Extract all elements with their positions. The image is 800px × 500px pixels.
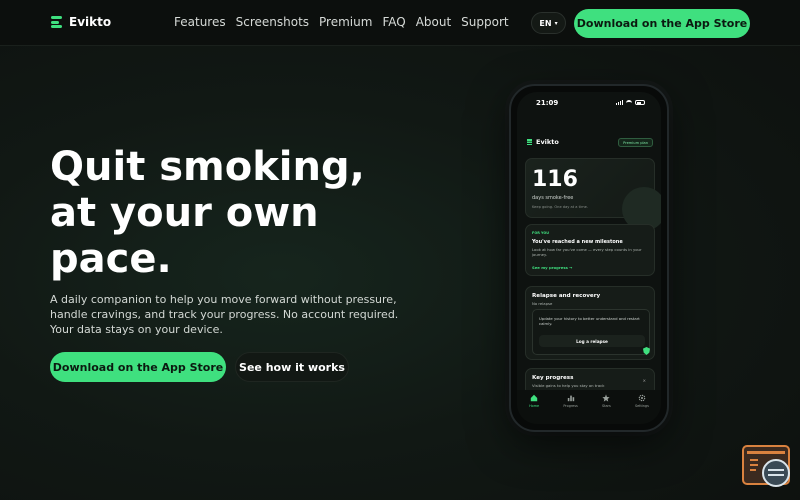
see-progress-link[interactable]: See my progress → (532, 265, 572, 270)
status-bar: 21:09 (517, 92, 661, 114)
relapse-title: Relapse and recovery (532, 293, 601, 299)
milestone-tag: FOR YOU (532, 231, 549, 235)
relapse-panel: Update your history to better understand… (532, 309, 650, 355)
nav-link-faq[interactable]: FAQ (382, 15, 405, 29)
language-selector[interactable]: EN ▾ (531, 12, 566, 34)
phone-mockup: 21:09 Evikto Premium plan 116 days smoke… (509, 84, 669, 432)
relapse-text: Update your history to better understand… (539, 316, 640, 326)
tab-label: Home (529, 404, 540, 408)
app-header: Evikto Premium plan (527, 138, 653, 150)
nav-links: Features Screenshots Premium FAQ About S… (174, 15, 509, 29)
signal-icon (616, 100, 623, 105)
wifi-icon (626, 100, 632, 105)
hero-subtitle: A daily companion to help you move forwa… (50, 293, 399, 336)
nav-link-features[interactable]: Features (174, 15, 226, 29)
nav-link-screenshots[interactable]: Screenshots (236, 15, 309, 29)
days-smoke-free-card: 116 days smoke-free Keep going. One day … (525, 158, 661, 231)
see-how-it-works-button[interactable]: See how it works (235, 352, 349, 382)
logo-icon (527, 139, 532, 145)
gear-icon (638, 394, 646, 402)
milestone-card: FOR YOU You've reached a new milestone L… (525, 224, 655, 276)
days-count: 116 (532, 167, 578, 192)
battery-icon (635, 100, 645, 105)
tab-stars[interactable]: Stars (602, 394, 611, 424)
tab-label: Settings (634, 404, 649, 408)
key-progress-title: Key progress (532, 375, 574, 381)
tab-settings[interactable]: Settings (635, 394, 649, 424)
hero-title: Quit smoking, at your own pace. (50, 144, 430, 282)
floating-widget-icon[interactable] (742, 445, 790, 487)
tab-label: Progress (563, 404, 578, 408)
home-icon (530, 394, 538, 402)
logo-icon (51, 16, 62, 28)
days-label: days smoke-free (532, 195, 574, 201)
download-app-store-button[interactable]: Download on the App Store (50, 352, 226, 382)
chart-icon (567, 395, 574, 402)
language-label: EN (539, 18, 552, 28)
milestone-title: You've reached a new milestone (532, 239, 623, 245)
close-icon[interactable]: × (643, 378, 646, 383)
top-navigation: Evikto Features Screenshots Premium FAQ … (0, 0, 800, 46)
relapse-card: Relapse and recovery No relapse Update y… (525, 286, 655, 360)
tab-bar: Home Progress Stars Settings (517, 390, 661, 424)
tab-home[interactable]: Home (529, 394, 539, 424)
premium-badge: Premium plan (618, 138, 653, 147)
phone-screen: 21:09 Evikto Premium plan 116 days smoke… (517, 92, 661, 424)
nav-link-premium[interactable]: Premium (319, 15, 372, 29)
stars-icon (602, 394, 610, 402)
brand-name: Evikto (69, 15, 112, 29)
tab-progress[interactable]: Progress (563, 394, 578, 424)
chevron-down-icon: ▾ (554, 19, 558, 27)
app-name: Evikto (536, 138, 559, 146)
status-icons (616, 100, 645, 105)
key-progress-subtitle: Visible gains to help you stay on track (532, 383, 605, 388)
hero-title-line: Quit smoking, (50, 144, 365, 190)
milestone-text: Look at how far you've come — every step… (532, 247, 642, 257)
hero-title-line: pace. (50, 236, 172, 282)
hero-title-line: at your own (50, 190, 319, 236)
brand-logo[interactable]: Evikto (51, 15, 111, 29)
relapse-status: No relapse (532, 301, 553, 306)
nav-link-support[interactable]: Support (461, 15, 508, 29)
nav-link-about[interactable]: About (416, 15, 451, 29)
nav-download-button[interactable]: Download on the App Store (574, 9, 750, 38)
days-hint: Keep going. One day at a time. (532, 205, 588, 209)
log-relapse-button[interactable]: Log a relapse (539, 335, 645, 347)
tab-label: Stars (602, 404, 611, 408)
status-time: 21:09 (536, 99, 559, 107)
